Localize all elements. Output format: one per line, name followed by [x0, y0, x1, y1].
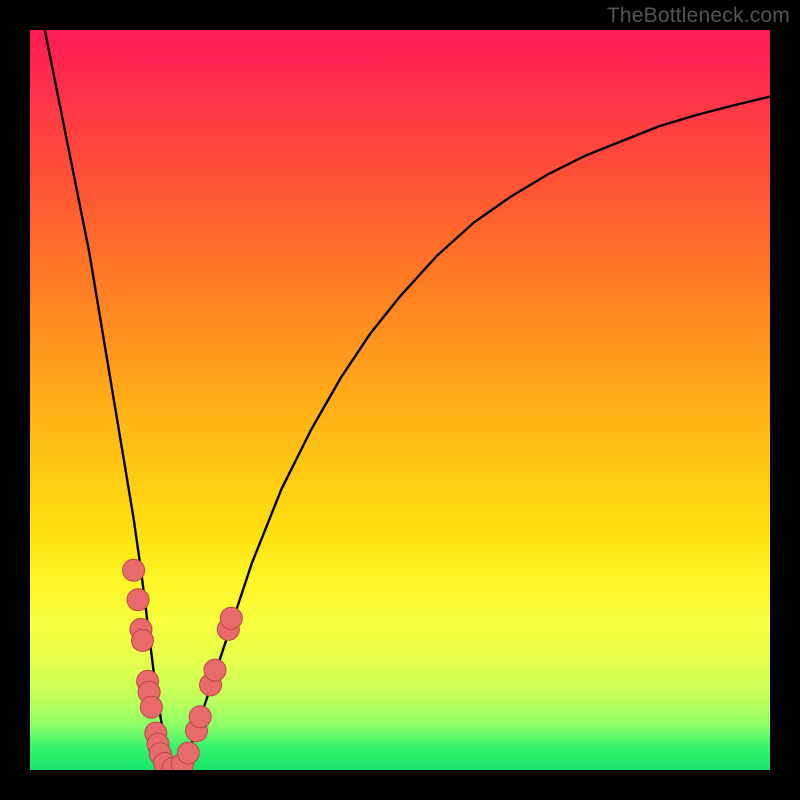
data-marker — [204, 659, 226, 681]
watermark-text: TheBottleneck.com — [607, 4, 790, 28]
bottleneck-curve — [30, 30, 770, 770]
plot-area — [30, 30, 770, 770]
data-marker — [140, 696, 162, 718]
outer-frame: TheBottleneck.com — [0, 0, 800, 800]
data-marker — [177, 742, 199, 764]
data-marker — [189, 706, 211, 728]
data-marker — [127, 589, 149, 611]
data-marker — [220, 607, 242, 629]
data-marker — [131, 630, 153, 652]
curve-markers — [123, 559, 243, 770]
chart-svg — [30, 30, 770, 770]
data-marker — [123, 559, 145, 581]
